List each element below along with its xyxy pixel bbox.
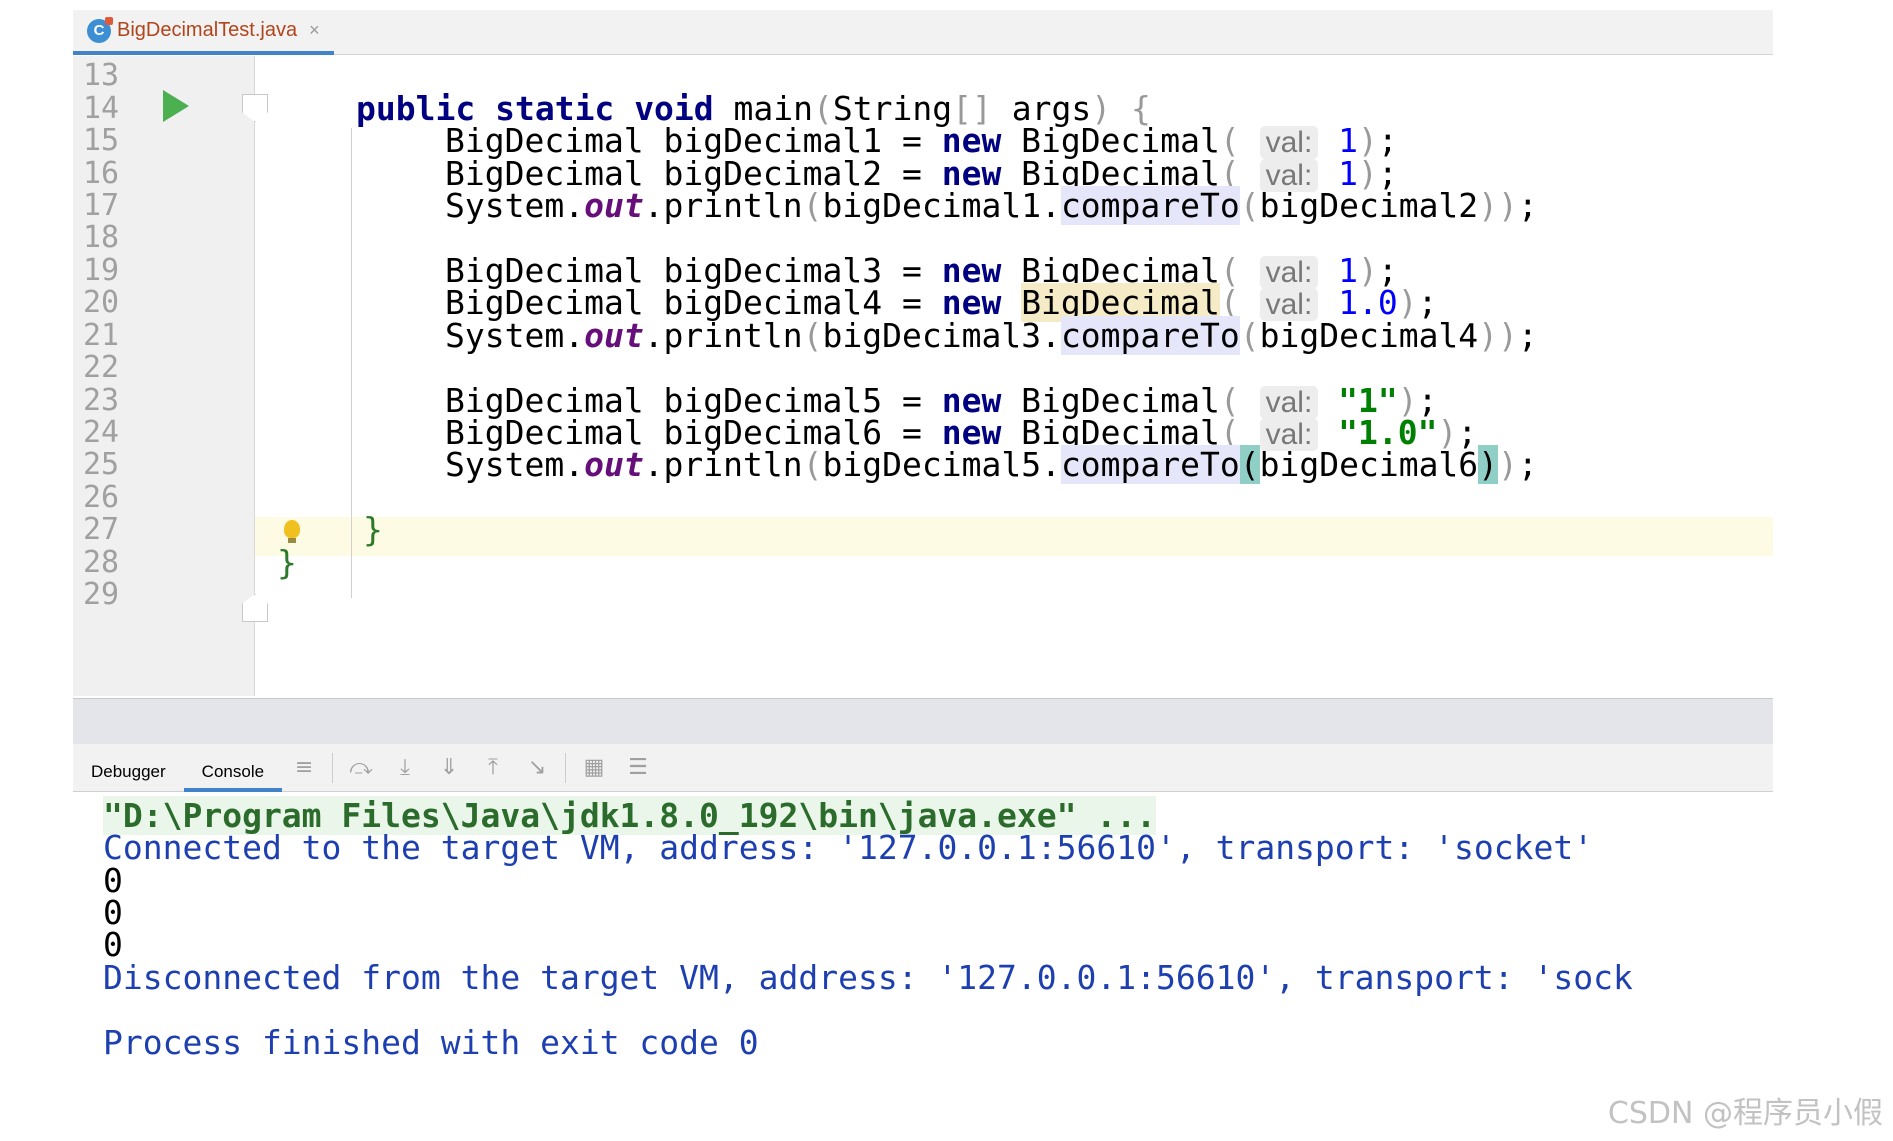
lightbulb-icon[interactable]	[284, 520, 300, 543]
run-to-cursor-icon[interactable]: ↘	[524, 755, 550, 781]
editor-tab-bar: C BigDecimalTest.java ×	[73, 10, 1773, 55]
console-line-connected: Connected to the target VM, address: '12…	[103, 828, 1594, 867]
code-editor[interactable]: 13 14 15 16 17 18 19 20 21 22 23 24 25 2…	[73, 56, 1773, 696]
editor-gutter: 13 14 15 16 17 18 19 20 21 22 23 24 25 2…	[73, 56, 255, 696]
toolbar-separator	[332, 752, 334, 783]
code-line-28: }	[277, 543, 297, 582]
force-step-into-icon[interactable]: ⇓	[436, 755, 462, 781]
code-line-21: System.out.println(bigDecimal3.compareTo…	[445, 316, 1538, 355]
close-tab-icon[interactable]: ×	[309, 20, 320, 41]
code-line-25: System.out.println(bigDecimal5.compareTo…	[445, 445, 1538, 484]
brace-match-close: )	[1478, 445, 1499, 484]
tab-debugger[interactable]: Debugger	[73, 744, 184, 792]
step-over-icon[interactable]: ⤼	[348, 755, 374, 781]
step-out-icon[interactable]: ⤒	[480, 755, 506, 781]
run-icon[interactable]	[163, 90, 189, 122]
file-tab-label: BigDecimalTest.java	[117, 19, 298, 41]
java-class-icon: C	[87, 16, 113, 43]
toolbar-separator	[565, 752, 567, 783]
trace-stream-icon[interactable]: ☰	[625, 755, 651, 781]
file-tab-bigdecimaltest[interactable]: C BigDecimalTest.java ×	[73, 10, 334, 55]
watermark: CSDN @程序员小假	[1607, 1096, 1883, 1131]
debug-panel-header	[73, 698, 1773, 744]
console-line-disconnected: Disconnected from the target VM, address…	[103, 958, 1633, 997]
debug-panel-toolbar: Debugger Console ≡ ⤼ ⤓ ⇓ ⤒ ↘ ▦ ☰	[73, 744, 1773, 792]
console-line-exit: Process finished with exit code 0	[103, 1023, 759, 1062]
console-output[interactable]: "D:\Program Files\Java\jdk1.8.0_192\bin\…	[73, 794, 1773, 1141]
code-line-17: System.out.println(bigDecimal1.compareTo…	[445, 186, 1538, 225]
code-line-27: }	[363, 510, 383, 549]
current-line-highlight	[73, 517, 1773, 556]
indent-guide	[351, 128, 352, 598]
brace-match-open: (	[1239, 445, 1260, 484]
tab-console[interactable]: Console	[183, 744, 283, 792]
menu-lines-icon[interactable]: ≡	[291, 755, 317, 781]
evaluate-expression-icon[interactable]: ▦	[581, 755, 607, 781]
line-number: 29	[83, 577, 120, 612]
step-into-icon[interactable]: ⤓	[392, 755, 418, 781]
